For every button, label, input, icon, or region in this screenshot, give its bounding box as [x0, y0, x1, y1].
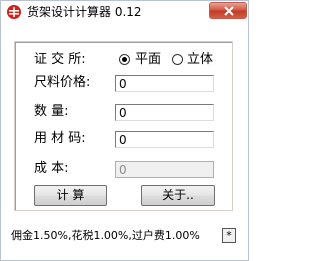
calculate-button[interactable]: 计 算 [34, 185, 107, 206]
radio-flat-label[interactable]: 平面 [135, 52, 161, 68]
status-text: 佣金1.50%,花税1.00%,过户费1.00% [11, 229, 200, 242]
quantity-input[interactable] [115, 104, 214, 121]
quantity-label: 数 量: [34, 104, 69, 119]
material-code-input[interactable] [115, 131, 214, 148]
size-price-input[interactable] [115, 75, 214, 92]
title-bar[interactable]: 货架设计计算器 0.12 [1, 1, 248, 23]
window-title: 货架设计计算器 0.12 [27, 5, 142, 19]
cost-input [115, 161, 214, 178]
status-star-button[interactable]: * [222, 228, 236, 243]
cost-label: 成 本: [34, 161, 69, 176]
exchange-label: 证 交 所: [34, 52, 86, 67]
app-window: 货架设计计算器 0.12 证 交 所: 平面 立体 尺料价格: 数 量: 用 材… [0, 0, 249, 261]
close-button[interactable] [209, 2, 247, 19]
about-button[interactable]: 关于.. [141, 185, 215, 206]
close-icon [224, 6, 234, 16]
radio-3d-label[interactable]: 立体 [187, 52, 213, 68]
size-price-label: 尺料价格: [34, 75, 91, 90]
radio-flat[interactable] [119, 54, 130, 65]
material-code-label: 用 材 码: [34, 131, 86, 146]
radio-3d[interactable] [172, 54, 183, 65]
app-icon [7, 5, 21, 19]
